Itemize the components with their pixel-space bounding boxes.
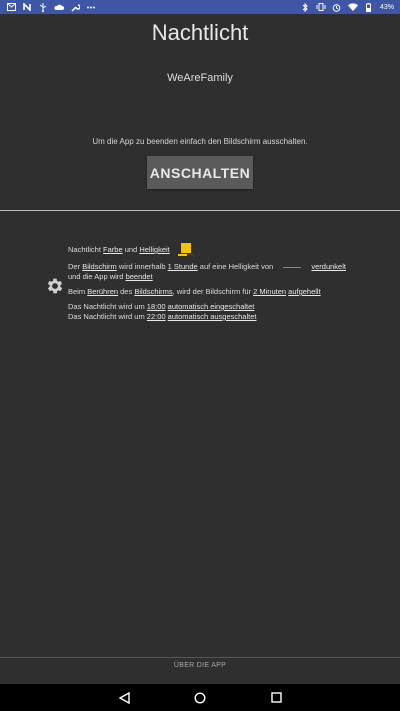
screen-link[interactable]: Bildschirm (82, 262, 117, 271)
recents-icon[interactable] (269, 691, 283, 705)
n-app-icon (22, 2, 32, 12)
minutes-link[interactable]: 2 Minuten (253, 287, 286, 296)
navigation-bar (0, 684, 400, 711)
brightness-link[interactable]: Helligkeit (139, 245, 169, 254)
status-bar: 43% (0, 0, 400, 14)
screen-setting-line-2: und die App wird beendet (68, 272, 153, 281)
duration-link[interactable]: 1 Stunde (168, 262, 198, 271)
screen-touch-link[interactable]: Bildschirms (134, 287, 172, 296)
touch-setting-line: Beim Berühren des Bildschirms, wird der … (68, 287, 321, 296)
status-bar-right: 43% (294, 2, 400, 12)
auto-on-time-link[interactable]: 18:00 (147, 302, 166, 311)
mail-icon (6, 2, 16, 12)
auto-off-line: Das Nachtlicht wird um 22:00 automatisch… (68, 312, 257, 321)
alarm-icon (332, 2, 342, 12)
brightness-level-line[interactable] (283, 266, 302, 268)
color-swatch-fill (180, 243, 191, 253)
color-link[interactable]: Farbe (103, 245, 123, 254)
battery-percent: 43% (379, 3, 394, 11)
home-icon[interactable] (193, 691, 207, 705)
dots-icon (86, 2, 96, 12)
auto-on-line: Das Nachtlicht wird um 18:00 automatisch… (68, 302, 255, 311)
auto-on-link[interactable]: automatisch eingeschaltet (168, 302, 255, 311)
footer-divider (0, 657, 400, 658)
info-text: Um die App zu beenden einfach den Bildsc… (92, 137, 308, 146)
usb-icon (38, 2, 48, 12)
brightened-link[interactable]: aufgehellt (288, 287, 321, 296)
battery-icon (364, 2, 374, 12)
touch-link[interactable]: Berühren (87, 287, 118, 296)
wrench-icon (70, 2, 80, 12)
status-bar-left (0, 2, 102, 12)
cloud-icon (54, 2, 64, 12)
turn-on-button[interactable]: ANSCHALTEN (147, 156, 253, 189)
settings-panel: Nachtlicht Farbe und Helligkeit Der Bild… (68, 243, 388, 322)
screen-setting-line-1: Der Bildschirm wird innerhalb 1 Stunde a… (68, 262, 346, 271)
dimmed-link[interactable]: verdunkelt (311, 262, 346, 271)
vibrate-icon (316, 2, 326, 12)
about-app-link[interactable]: ÜBER DIE APP (0, 662, 400, 669)
auto-off-link[interactable]: automatisch ausgeschaltet (168, 312, 257, 321)
ended-link[interactable]: beendet (126, 272, 153, 281)
color-swatch[interactable] (177, 243, 194, 257)
app-subtitle: WeAreFamily (167, 72, 233, 84)
wifi-icon (347, 2, 358, 12)
back-icon[interactable] (117, 691, 131, 705)
gear-icon[interactable] (45, 276, 65, 296)
app-title: Nachtlicht (151, 20, 249, 45)
color-setting-line: Nachtlicht Farbe und Helligkeit (68, 243, 388, 257)
divider (0, 210, 400, 211)
auto-off-time-link[interactable]: 22:00 (147, 312, 166, 321)
brightness-bar-fill (177, 254, 188, 256)
bluetooth-icon (300, 2, 310, 12)
